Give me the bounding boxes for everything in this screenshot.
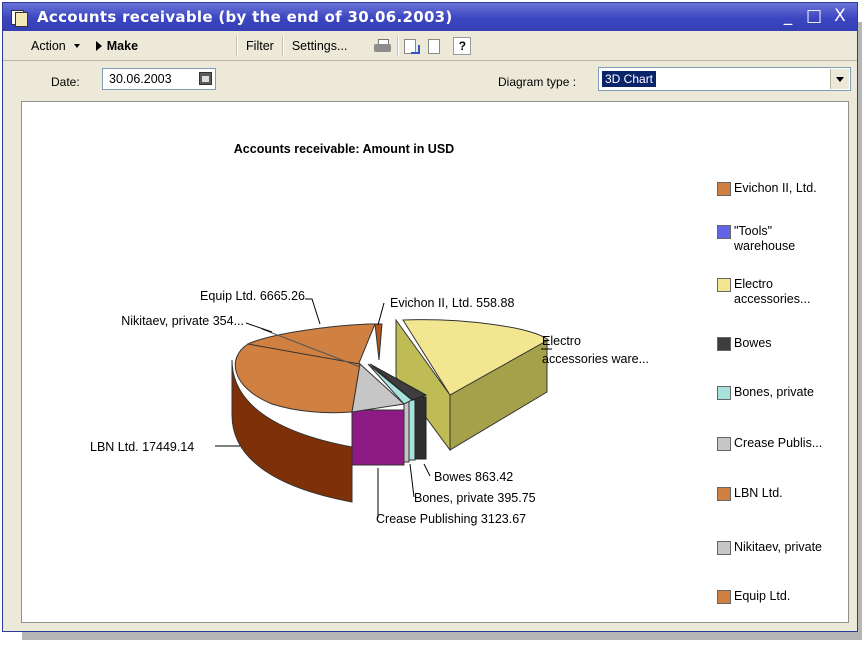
legend-item: Equip Ltd. [717, 589, 790, 604]
date-label: Date: [51, 75, 80, 89]
action-label: Action [31, 39, 66, 53]
legend-label: Bones, private [734, 385, 814, 399]
help-icon[interactable]: ? [453, 37, 472, 55]
legend-item: "Tools" warehouse [717, 224, 795, 254]
toolbar: Action Make Filter Settings... ? [3, 32, 857, 61]
window-title: Accounts receivable (by the end of 30.06… [37, 8, 453, 26]
make-label: Make [106, 39, 139, 53]
chevron-down-icon [73, 44, 80, 48]
report-icon [9, 8, 29, 27]
legend-label: Equip Ltd. [734, 589, 791, 603]
legend-item: Crease Publis... [717, 436, 822, 451]
data-label-electro-line1: Electro [542, 334, 581, 348]
legend-label: "Tools" [734, 224, 773, 238]
report-window: Accounts receivable (by the end of 30.06… [2, 2, 858, 632]
legend-swatch [717, 225, 731, 239]
legend-item: Nikitaev, private [717, 540, 822, 555]
legend-label: Nikitaev, private [734, 540, 822, 554]
legend-item: LBN Ltd. [717, 486, 783, 501]
action-menu[interactable]: Action [3, 35, 88, 57]
export-icon[interactable] [403, 38, 421, 55]
toolbar-separator [397, 36, 400, 56]
settings-button[interactable]: Settings... [284, 35, 356, 57]
chevron-down-icon[interactable] [830, 69, 849, 89]
legend-swatch [717, 182, 731, 196]
play-icon [95, 41, 102, 51]
filter-bar: Date: 30.06.2003 Diagram type : 3D Chart [3, 61, 857, 97]
filter-button[interactable]: Filter [238, 35, 282, 57]
legend-swatch [717, 437, 731, 451]
legend-item: Electro accessories... [717, 277, 810, 307]
data-label-nikitaev: Nikitaev, private 354... [121, 314, 244, 328]
legend-label: LBN Ltd. [734, 486, 783, 500]
legend-item: Bones, private [717, 385, 814, 400]
diagram-type-select[interactable]: 3D Chart [598, 67, 851, 91]
chart-title: Accounts receivable: Amount in USD [234, 142, 454, 156]
pie-slice-evichon [374, 323, 383, 361]
data-label-evichon: Evichon II, Ltd. 558.88 [390, 296, 514, 310]
legend-label: Electro [734, 277, 773, 291]
legend-item: Bowes [717, 336, 772, 351]
title-bar[interactable]: Accounts receivable (by the end of 30.06… [3, 3, 857, 31]
minimize-button[interactable]: _ [779, 6, 797, 26]
legend-label: Evichon II, Ltd. [734, 181, 817, 195]
diagram-type-value: 3D Chart [602, 71, 657, 87]
close-button[interactable]: X [831, 6, 849, 26]
diagram-type-label: Diagram type : [498, 75, 577, 89]
legend-swatch [717, 278, 731, 292]
data-label-bowes: Bowes 863.42 [434, 470, 513, 484]
legend-item: Evichon II, Ltd. [717, 181, 817, 196]
date-field[interactable]: 30.06.2003 [102, 68, 216, 90]
preview-icon[interactable] [427, 38, 443, 55]
legend-label: accessories... [734, 292, 811, 306]
legend-swatch [717, 386, 731, 400]
data-label-crease: Crease Publishing 3123.67 [376, 512, 526, 526]
legend-swatch [717, 487, 731, 501]
make-button[interactable]: Make [88, 35, 146, 57]
legend-label: Crease Publis... [734, 436, 823, 450]
data-label-lbn: LBN Ltd. 17449.14 [90, 440, 194, 454]
pie-side-crease [351, 409, 405, 466]
data-label-electro-line2: accessories ware... [542, 352, 649, 366]
legend-swatch [717, 337, 731, 351]
legend-swatch [717, 541, 731, 555]
legend-label: warehouse [734, 239, 796, 253]
maximize-button[interactable]: □ [805, 6, 823, 26]
print-icon[interactable] [373, 39, 393, 53]
data-label-equip: Equip Ltd. 6665.26 [200, 289, 305, 303]
legend-label: Bowes [734, 336, 772, 350]
data-label-bones: Bones, private 395.75 [414, 491, 536, 505]
settings-label: Settings... [291, 39, 348, 53]
date-value: 30.06.2003 [109, 72, 172, 86]
legend-swatch [717, 590, 731, 604]
filter-label: Filter [246, 39, 274, 53]
calendar-icon[interactable] [199, 72, 212, 85]
chart-panel: Accounts receivable: Amount in USD Equip… [21, 101, 849, 623]
